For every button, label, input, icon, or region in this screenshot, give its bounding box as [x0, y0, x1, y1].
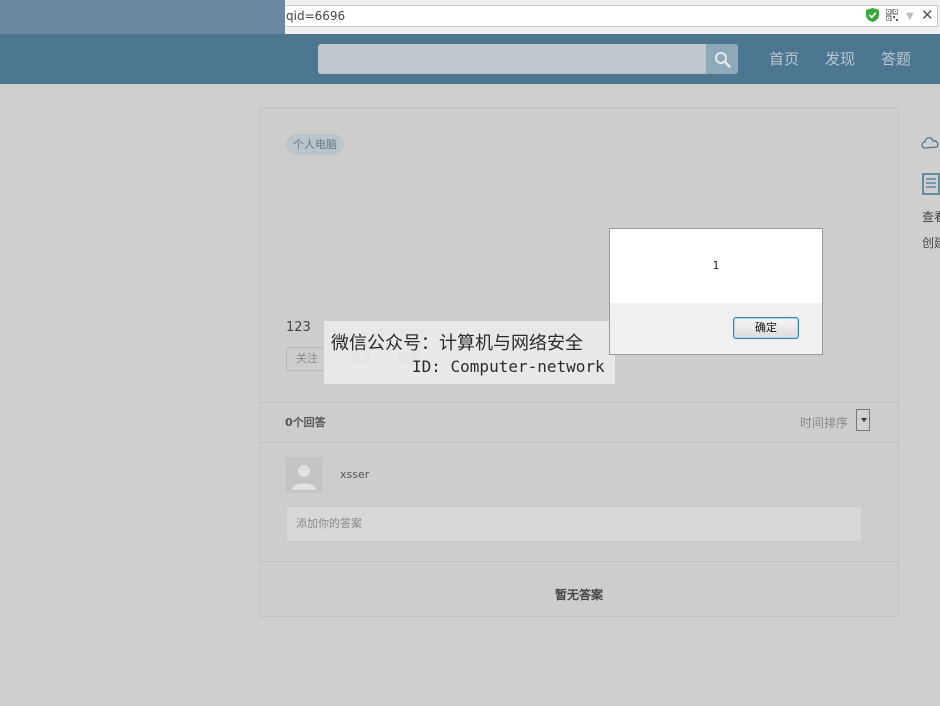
dropdown-arrow-icon[interactable]: ▼ — [906, 11, 914, 22]
sidebar-item-view[interactable]: 查看 — [922, 208, 940, 225]
watermark-line-2: ID: Computer-network — [412, 357, 605, 376]
search-button[interactable] — [706, 44, 738, 74]
sidebar-item-create[interactable]: 创建 — [922, 234, 940, 251]
divider — [260, 442, 898, 443]
follow-button[interactable]: 关注 — [286, 347, 328, 371]
close-icon[interactable]: ✕ — [921, 6, 934, 24]
alert-message: 1 — [712, 259, 720, 272]
sort-dropdown[interactable] — [856, 409, 870, 431]
user-placeholder-icon — [292, 465, 316, 490]
username[interactable]: xsser — [340, 468, 369, 481]
sort-label[interactable]: 时间排序 — [800, 414, 848, 431]
search-input[interactable] — [318, 44, 706, 74]
topic-tag[interactable]: 个人电脑 — [286, 134, 344, 155]
divider — [260, 402, 898, 403]
watermark-line-1: 微信公众号：计算机与网络安全 — [331, 333, 583, 354]
nav-link-discover[interactable]: 发现 — [825, 49, 855, 69]
answer-input[interactable]: 添加你的答案 — [286, 506, 862, 542]
document-icon — [922, 173, 940, 195]
avatar[interactable] — [286, 457, 322, 493]
nav-link-answer[interactable]: 答题 — [881, 49, 911, 69]
url-redacted-region — [0, 0, 285, 34]
search-icon — [715, 52, 731, 68]
caret-down-icon — [861, 418, 867, 422]
address-bar-url[interactable]: qid=6696 — [286, 9, 345, 23]
cloud-icon — [921, 137, 939, 149]
nav-link-home[interactable]: 首页 — [769, 49, 799, 69]
shield-check-icon[interactable] — [866, 8, 879, 22]
qr-code-icon[interactable] — [886, 9, 898, 21]
question-title: 123 — [286, 320, 311, 335]
divider — [260, 561, 898, 562]
answer-count: 0个回答 — [285, 416, 326, 429]
ok-button[interactable]: 确定 — [733, 317, 799, 339]
empty-answers-label: 暂无答案 — [554, 588, 603, 602]
